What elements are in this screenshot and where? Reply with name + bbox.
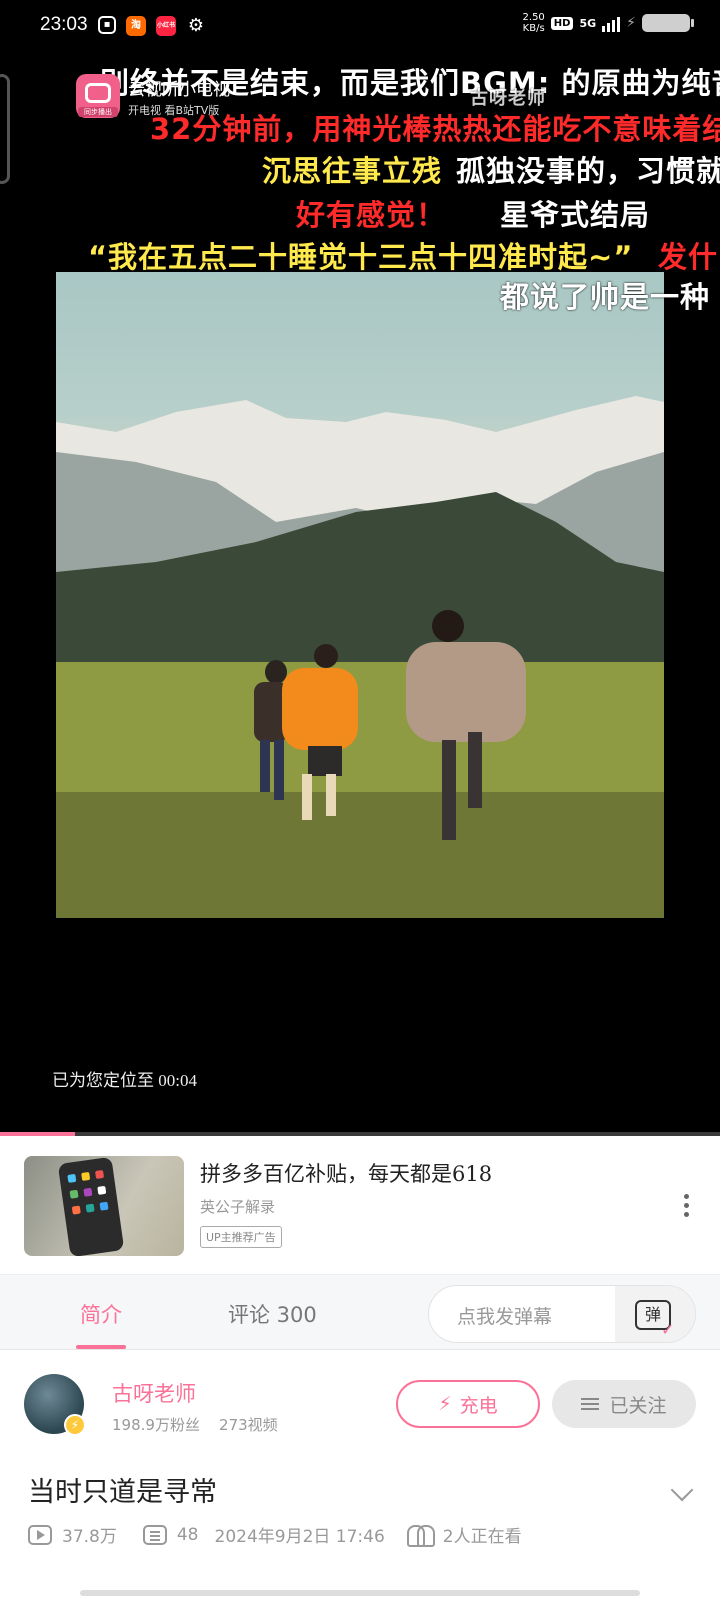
status-icons: 2.50 KB/s HD 5G ⚡ [522,12,694,34]
network-speed: 2.50 KB/s [522,12,545,34]
signal-icon [602,14,621,32]
uploader-section: ⚡ 古呀老师 198.9万粉丝 273视频 ⚡ 充电 已关注 [0,1350,720,1460]
danmaku-comment: 星爷式结局 [500,198,651,232]
watching-count: 2人正在看 [442,1527,522,1547]
video-meta: 37.8万 48 2024年9月2日 17:46 2人正在看 [28,1522,522,1547]
taobao-app-icon: 淘 [126,16,146,36]
check-icon: ✓ [661,1320,675,1339]
danmaku-comment: 发什 [658,240,719,274]
charge-button[interactable]: ⚡ 充电 [396,1380,540,1428]
status-bar: 23:03 ▪ 淘 小红书 ⚙ 2.50 KB/s HD 5G ⚡ [0,0,720,54]
tv-app-subtitle: 开电视 看B站TV版 [128,103,220,117]
verified-bolt-icon: ⚡ [64,1414,86,1436]
tv-app-promo[interactable]: 同步播出 云视听小电视 开电视 看B站TV版 [76,74,230,118]
uploader-videos: 273视频 [219,1416,278,1434]
tab-comments[interactable]: 评论 300 [228,1299,317,1329]
play-count-icon [28,1524,52,1545]
settings-gear-icon: ⚙ [187,15,205,36]
more-options-icon[interactable] [684,1194,690,1221]
ad-card[interactable]: 拼多多百亿补贴，每天都是618 英公子解录 UP主推荐广告 [0,1136,720,1274]
charge-label: 充电 [459,1394,498,1417]
bilibili-app-icon: ▪ [98,16,116,34]
status-time: 23:03 [40,14,88,35]
danmaku-comment: 孤独没事的，习惯就 [456,154,720,188]
battery-icon [642,14,694,32]
ad-thumbnail [24,1156,184,1256]
charging-bolt-icon: ⚡ [626,15,636,31]
mountain-landscape-image [56,396,664,918]
ad-subtitle: 英公子解录 [200,1198,276,1216]
danmaku-toggle-button[interactable]: 弹 ✓ [615,1286,695,1342]
phone-image [57,1156,125,1256]
view-count: 37.8万 [62,1527,117,1547]
viewers-icon [406,1524,435,1547]
danmaku-input[interactable]: 点我发弹幕 弹 ✓ [428,1285,696,1343]
danmaku-comment: 都说了帅是一种 [500,280,711,314]
danmaku-input-placeholder: 点我发弹幕 [457,1306,553,1328]
danmaku-comment: 沉思往事立残 [262,154,443,188]
scroll-hint-bar [80,1590,640,1596]
uploader-stats: 198.9万粉丝 273视频 [112,1414,278,1435]
xiaohongshu-app-icon: 小红书 [156,16,176,36]
danmaku-count-icon [142,1524,167,1545]
network-type-label: 5G [579,16,597,30]
danmaku-comment: “我在五点二十睡觉十三点十四准时起~” [88,240,634,274]
hd-voice-icon: HD [550,16,574,30]
publish-date: 2024年9月2日 17:46 [214,1527,385,1547]
video-frame [56,272,664,918]
ad-tag: UP主推荐广告 [200,1226,282,1248]
danmaku-comment: 好有感觉！ [296,198,447,232]
uploader-fans: 198.9万粉丝 [112,1416,200,1434]
danmaku-count: 48 [176,1524,199,1545]
uploader-name[interactable]: 古呀老师 [112,1378,196,1408]
resume-position-toast: 已为您定位至 00:04 [52,1071,197,1090]
lightning-icon: ⚡ [438,1393,452,1415]
detail-tab-bar: 简介 评论 300 点我发弹幕 弹 ✓ [0,1274,720,1350]
follow-label: 已关注 [609,1394,667,1417]
video-title: 当时只道是寻常 [28,1477,217,1508]
uploader-avatar[interactable]: ⚡ [24,1374,86,1436]
tab-active-indicator [76,1345,126,1349]
ad-title[interactable]: 拼多多百亿补贴，每天都是618 [200,1158,492,1188]
danmaku-comment: 32分钟前，用神光棒热热还能吃不意味着结 [150,112,720,146]
tab-intro[interactable]: 简介 [80,1299,122,1329]
video-player[interactable]: 别终并不是结束，而是我们BGM: 的原曲为纯音 古呀老师 32分钟前，用神光棒热… [0,54,720,1134]
tv-app-title: 云视听小电视 [128,79,230,100]
follow-button[interactable]: 已关注 [552,1380,696,1428]
tv-app-icon: 同步播出 [76,74,120,118]
edge-handle[interactable] [0,74,10,184]
menu-lines-icon [581,1395,600,1413]
